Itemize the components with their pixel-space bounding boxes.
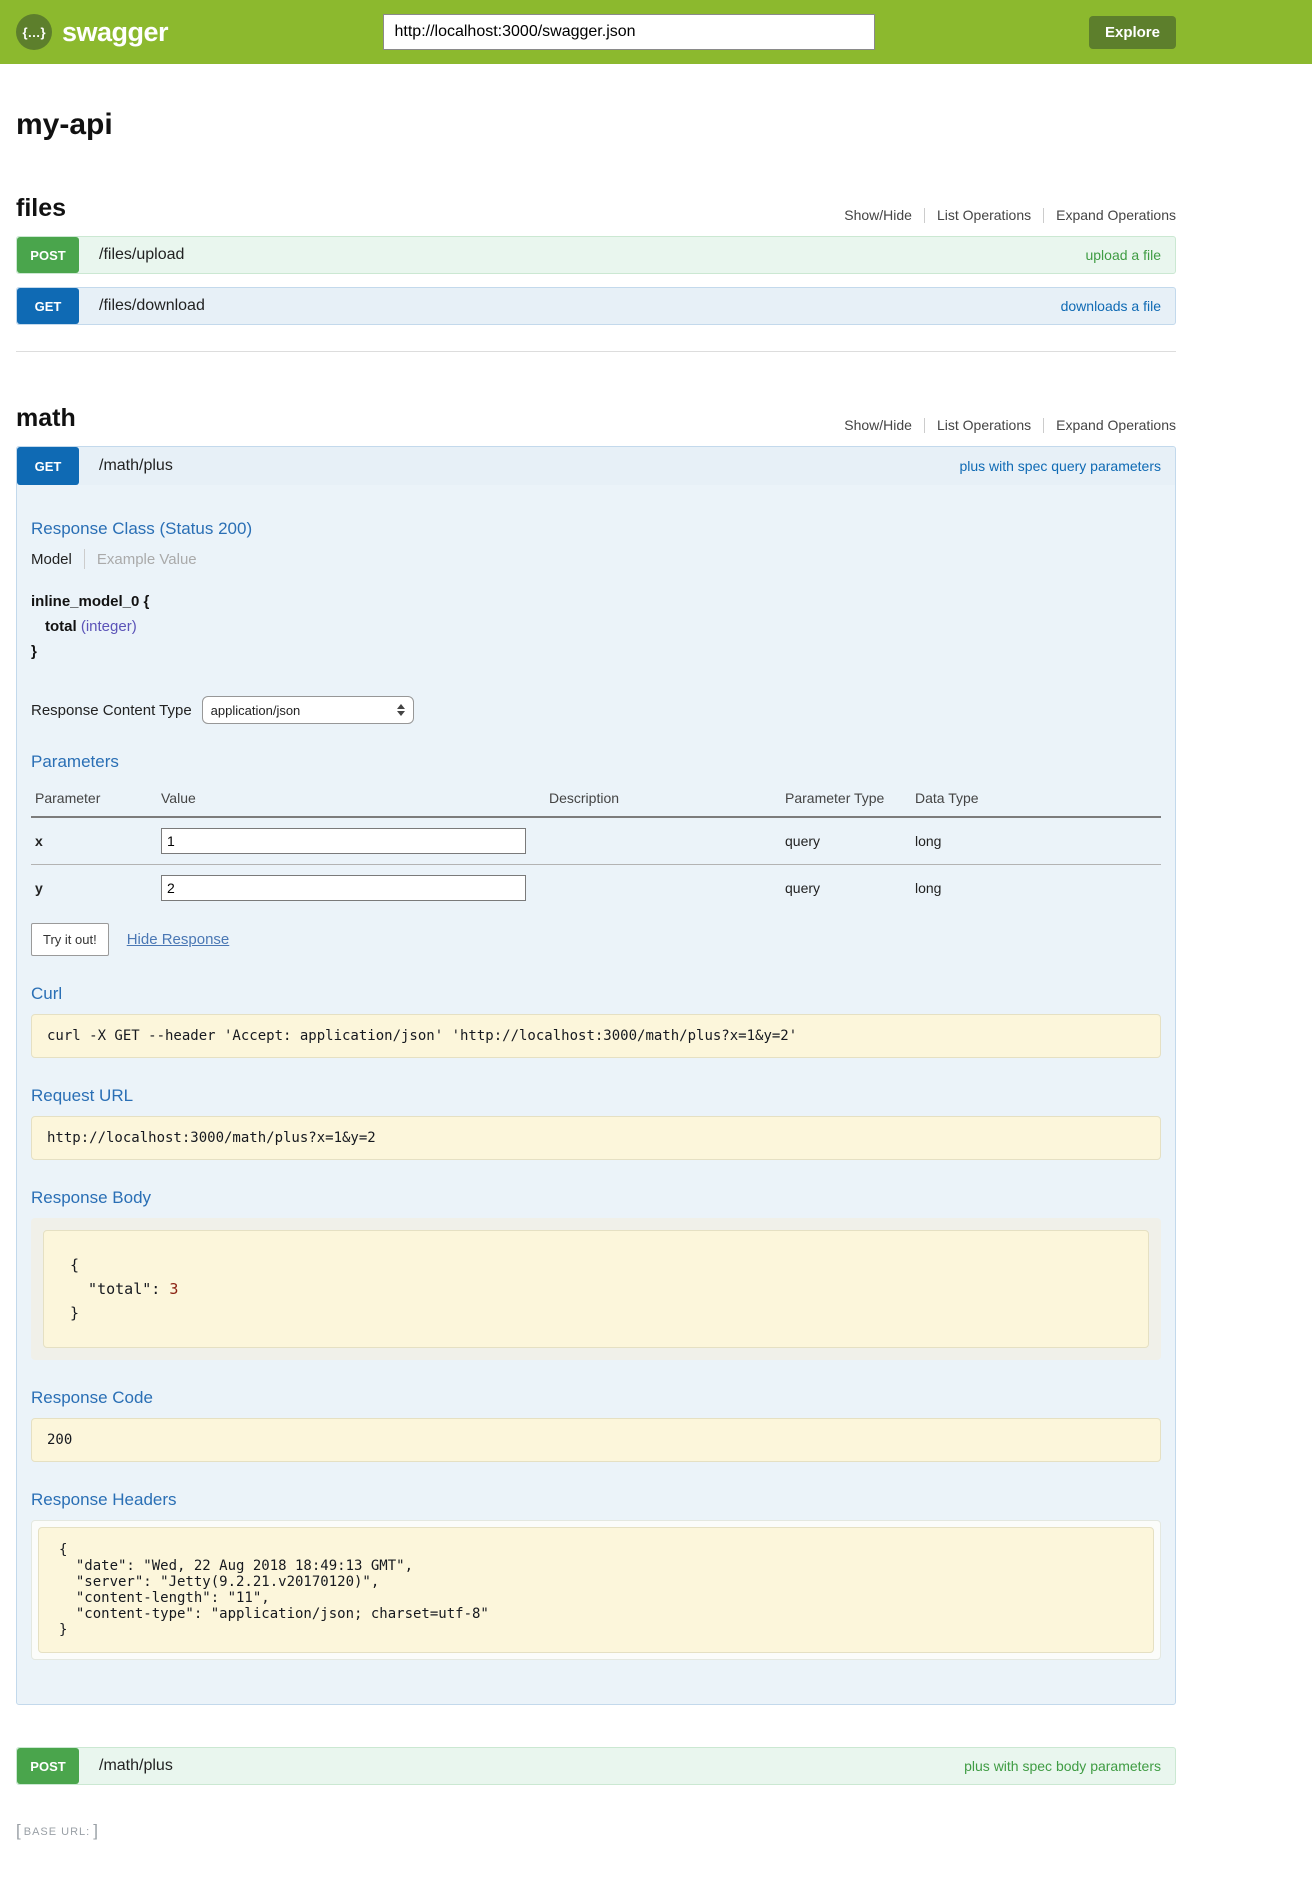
swagger-logo-label: swagger [62,17,168,48]
endpoint-row-files-download[interactable]: GET /files/download downloads a file [16,287,1176,325]
column-header-description: Description [545,782,781,817]
section-title-math[interactable]: math [16,404,76,433]
model-property-name: total [45,618,77,635]
endpoint-row-files-upload[interactable]: POST /files/upload upload a file [16,236,1176,274]
base-url-footer: [ BASE URL: ] [16,1821,1176,1881]
parameter-description [545,865,781,912]
endpoint-path-math-plus-post[interactable]: /math/plus [99,1757,173,1775]
files-show-hide-link[interactable]: Show/Hide [844,207,912,223]
endpoint-summary-files-upload[interactable]: upload a file [1085,247,1161,263]
request-url-heading: Request URL [31,1086,1161,1106]
api-url-input[interactable] [384,15,874,49]
parameter-x-input[interactable] [161,828,526,854]
files-list-operations-link[interactable]: List Operations [937,207,1031,223]
files-section-header: files Show/Hide List Operations Expand O… [16,194,1176,223]
page-title: my-api [16,108,1176,142]
endpoint-path-math-plus-get[interactable]: /math/plus [99,457,173,475]
link-separator [1043,418,1044,433]
response-headers-container: { "date": "Wed, 22 Aug 2018 18:49:13 GMT… [31,1520,1161,1660]
model-open-line: inline_model_0 { [31,589,1161,614]
parameter-data-type: long [911,817,1161,865]
column-header-parameter-type: Parameter Type [781,782,911,817]
response-body-json: { "total": 3 } [43,1230,1149,1348]
files-expand-operations-link[interactable]: Expand Operations [1056,207,1176,223]
section-divider [16,351,1176,352]
endpoint-summary-math-plus-post[interactable]: plus with spec body parameters [964,1758,1161,1774]
parameter-y-input[interactable] [161,875,526,901]
response-class-tabs: Model Example Value [31,549,1161,569]
response-body-heading: Response Body [31,1188,1161,1208]
endpoint-summary-files-download[interactable]: downloads a file [1061,298,1161,314]
selected-content-type: application/json [211,703,301,718]
column-header-parameter: Parameter [31,782,157,817]
response-class-heading: Response Class (Status 200) [31,519,1161,539]
request-url-value: http://localhost:3000/math/plus?x=1&y=2 [31,1116,1161,1160]
column-header-value: Value [157,782,545,817]
response-headers-json: { "date": "Wed, 22 Aug 2018 18:49:13 GMT… [38,1527,1154,1653]
swagger-logo[interactable]: {…} swagger [16,14,168,50]
response-body-container: { "total": 3 } [31,1218,1161,1360]
model-close-line: } [31,639,1161,664]
endpoint-path-files-download[interactable]: /files/download [99,297,205,315]
get-method-badge: GET [17,447,79,485]
json-number-value: 3 [169,1280,178,1298]
link-separator [1043,208,1044,223]
try-it-out-button[interactable]: Try it out! [31,923,109,956]
curl-command: curl -X GET --header 'Accept: applicatio… [31,1014,1161,1058]
math-section-header: math Show/Hide List Operations Expand Op… [16,404,1176,433]
parameters-table: Parameter Value Description Parameter Ty… [31,782,1161,911]
math-expand-operations-link[interactable]: Expand Operations [1056,417,1176,433]
explore-button[interactable]: Explore [1089,16,1176,49]
curly-braces-icon: {…} [16,14,52,50]
header-bar: {…} swagger Explore [0,0,1312,64]
endpoint-row-math-plus-get[interactable]: GET /math/plus plus with spec query para… [17,447,1175,485]
math-show-hide-link[interactable]: Show/Hide [844,417,912,433]
base-url-open-bracket: [ [16,1821,21,1841]
response-headers-heading: Response Headers [31,1490,1161,1510]
section-title-files[interactable]: files [16,194,66,223]
parameter-name: x [31,817,157,865]
tab-model[interactable]: Model [31,551,72,568]
hide-response-link[interactable]: Hide Response [127,931,230,948]
endpoint-path-files-upload[interactable]: /files/upload [99,246,184,264]
parameter-type: query [781,817,911,865]
select-arrows-icon [397,704,405,716]
parameter-data-type: long [911,865,1161,912]
response-content-type-select[interactable]: application/json [202,696,414,724]
math-list-operations-link[interactable]: List Operations [937,417,1031,433]
endpoint-math-plus-get-expanded: GET /math/plus plus with spec query para… [16,446,1176,1705]
parameters-header-row: Parameter Value Description Parameter Ty… [31,782,1161,817]
parameter-row-y: y query long [31,865,1161,912]
parameters-heading: Parameters [31,752,1161,772]
endpoint-row-math-plus-post[interactable]: POST /math/plus plus with spec body para… [16,1747,1176,1785]
response-content-type-label: Response Content Type [31,702,192,719]
parameter-row-x: x query long [31,817,1161,865]
post-method-badge: POST [17,1748,79,1784]
curl-heading: Curl [31,984,1161,1004]
tab-separator [84,549,85,569]
post-method-badge: POST [17,237,79,273]
base-url-label: BASE URL: [24,1826,90,1838]
link-separator [924,208,925,223]
response-code-heading: Response Code [31,1388,1161,1408]
base-url-close-bracket: ] [93,1821,98,1841]
column-header-data-type: Data Type [911,782,1161,817]
parameter-name: y [31,865,157,912]
model-property-type: (integer) [81,618,137,635]
get-method-badge: GET [17,288,79,324]
model-signature: inline_model_0 { total (integer) } [31,589,1161,664]
response-code-value: 200 [31,1418,1161,1462]
endpoint-summary-math-plus-get[interactable]: plus with spec query parameters [959,458,1161,474]
tab-example-value[interactable]: Example Value [97,551,197,568]
parameter-type: query [781,865,911,912]
link-separator [924,418,925,433]
parameter-description [545,817,781,865]
